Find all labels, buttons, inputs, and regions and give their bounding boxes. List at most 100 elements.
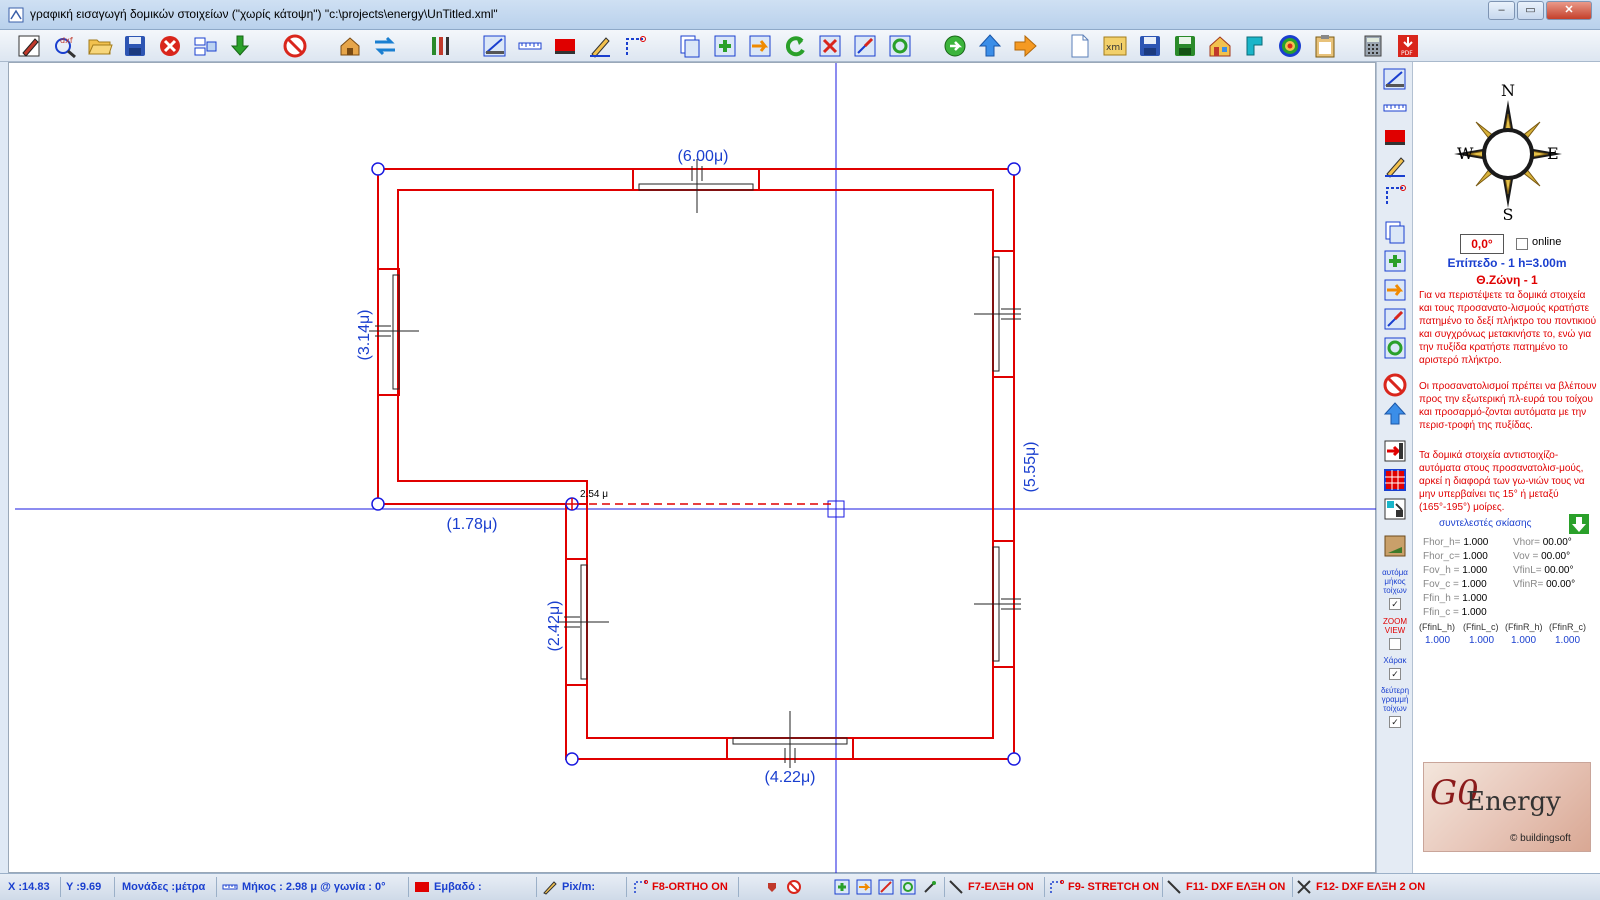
window-title: γραφική εισαγωγή δομικών στοιχείων ("χωρ… xyxy=(30,7,498,21)
stretch-icon[interactable] xyxy=(878,879,894,895)
window-bottom[interactable] xyxy=(726,711,854,768)
window-lower-left[interactable] xyxy=(557,558,609,686)
add-element-icon[interactable] xyxy=(1382,248,1408,274)
corner-handle[interactable] xyxy=(1007,752,1021,766)
f11-toggle[interactable]: F11- DXF ΕΛΞΗ ON xyxy=(1186,881,1285,893)
up-arrow-icon[interactable] xyxy=(977,33,1003,59)
calculator-icon[interactable] xyxy=(1360,33,1386,59)
ortho-icon[interactable] xyxy=(632,879,648,895)
maximize-button[interactable]: ▭ xyxy=(1517,1,1544,20)
corner-handle[interactable] xyxy=(371,162,385,176)
x-coordinate: X :14.83 xyxy=(8,881,50,893)
xml-icon[interactable]: xml xyxy=(1102,33,1128,59)
pdf-icon[interactable]: PDF xyxy=(1395,33,1421,59)
red-block-icon[interactable] xyxy=(1382,124,1408,150)
download-arrow-icon[interactable] xyxy=(227,33,253,59)
tools-icon[interactable] xyxy=(427,33,453,59)
factor-row: Fhor_h= 1.000 xyxy=(1423,537,1489,548)
forbidden-icon[interactable] xyxy=(786,879,802,895)
move-element-icon[interactable] xyxy=(1382,277,1408,303)
forbidden-icon[interactable] xyxy=(282,33,308,59)
f7-toggle[interactable]: F7-ΕΛΞΗ ON xyxy=(968,881,1034,893)
side-toolbar: αυτόμα μήκος τοίχων ✓ ZOOM VIEW Χάρακ ✓ … xyxy=(1376,62,1412,873)
pin-icon[interactable] xyxy=(764,879,780,895)
save-disk-icon[interactable] xyxy=(1137,33,1163,59)
close-button[interactable]: ✕ xyxy=(1546,1,1592,20)
cyan-tool-icon[interactable] xyxy=(1242,33,1268,59)
corner-dashed-icon[interactable] xyxy=(1382,182,1408,208)
goenergy-logo: G0 Energy © buildingsoft xyxy=(1423,762,1591,852)
outer-wall[interactable] xyxy=(377,168,1015,760)
compass-south-label: S xyxy=(1503,205,1514,222)
wall-draw-icon[interactable] xyxy=(482,33,508,59)
edit-pen-icon[interactable] xyxy=(587,33,613,59)
add-element-icon[interactable] xyxy=(834,879,850,895)
ruler-icon xyxy=(222,879,238,895)
inner-wall[interactable] xyxy=(397,189,994,739)
edit-pen-icon[interactable] xyxy=(1382,153,1408,179)
swap-arrows-icon[interactable] xyxy=(372,33,398,59)
auto-wall-length-checkbox[interactable]: ✓ xyxy=(1389,598,1401,610)
charak-checkbox[interactable]: ✓ xyxy=(1389,668,1401,680)
new-document-icon[interactable] xyxy=(1067,33,1093,59)
picker-icon[interactable] xyxy=(922,879,938,895)
house-tool-icon[interactable] xyxy=(337,33,363,59)
corner-handle[interactable] xyxy=(565,752,579,766)
floor-plan: (6.00μ) (3.14μ) (5.55μ) (1.78μ) (2.42μ) … xyxy=(15,63,1377,874)
ruler-icon[interactable] xyxy=(517,33,543,59)
move-element-icon[interactable] xyxy=(747,33,773,59)
move-element-icon[interactable] xyxy=(856,879,872,895)
minimize-button[interactable]: ‒ xyxy=(1488,1,1515,20)
layers-icon[interactable] xyxy=(192,33,218,59)
pencil-edit-icon[interactable] xyxy=(17,33,43,59)
f12-toggle[interactable]: F12- DXF ΕΛΞΗ 2 ON xyxy=(1316,881,1425,893)
window-left[interactable] xyxy=(369,268,419,396)
corner-handle[interactable] xyxy=(1007,162,1021,176)
fin-key: (FfinL_c) xyxy=(1463,622,1499,632)
save-green-icon[interactable] xyxy=(1172,33,1198,59)
open-folder-icon[interactable] xyxy=(87,33,113,59)
forbidden-icon[interactable] xyxy=(1382,372,1408,398)
window-right-lower[interactable] xyxy=(974,540,1021,668)
area-readout: Εμβαδό : xyxy=(434,881,482,893)
add-element-icon[interactable] xyxy=(712,33,738,59)
stretch-icon[interactable] xyxy=(852,33,878,59)
online-checkbox[interactable] xyxy=(1516,238,1528,250)
rotate-green-icon[interactable] xyxy=(782,33,808,59)
wall-draw-icon[interactable] xyxy=(1382,66,1408,92)
up-arrow-icon[interactable] xyxy=(1382,401,1408,427)
clipboard-icon[interactable] xyxy=(1312,33,1338,59)
delete-icon[interactable] xyxy=(157,33,183,59)
window-top[interactable] xyxy=(632,159,760,213)
ruler-icon[interactable] xyxy=(1382,95,1408,121)
shade-icon[interactable] xyxy=(1382,533,1408,559)
swap-windows-icon[interactable] xyxy=(1382,496,1408,522)
dxf-icon[interactable]: dxf xyxy=(52,33,78,59)
exit-door-icon[interactable] xyxy=(1382,438,1408,464)
refresh-icon[interactable] xyxy=(1382,335,1408,361)
right-arrow-icon[interactable] xyxy=(1012,33,1038,59)
corner-dashed-icon[interactable] xyxy=(622,33,648,59)
stretch-icon[interactable] xyxy=(1382,306,1408,332)
save-icon[interactable] xyxy=(122,33,148,59)
drawing-canvas[interactable]: (6.00μ) (3.14μ) (5.55μ) (1.78μ) (2.42μ) … xyxy=(8,62,1377,874)
refresh-icon[interactable] xyxy=(887,33,913,59)
target-icon[interactable] xyxy=(1277,33,1303,59)
delete-element-icon[interactable] xyxy=(817,33,843,59)
compass-icon[interactable]: N S W E xyxy=(1453,82,1563,222)
refresh-icon[interactable] xyxy=(900,879,916,895)
zoom-view-checkbox[interactable] xyxy=(1389,638,1401,650)
f9-toggle[interactable]: F9- STRETCH ON xyxy=(1068,881,1159,893)
red-block-icon[interactable] xyxy=(552,33,578,59)
house-color-icon[interactable] xyxy=(1207,33,1233,59)
angle-field[interactable]: 0,0° xyxy=(1460,234,1504,254)
table-grid-icon[interactable] xyxy=(1382,467,1408,493)
globe-arrow-icon[interactable] xyxy=(942,33,968,59)
window-right-upper[interactable] xyxy=(974,250,1021,378)
ortho-toggle[interactable]: F8-ORTHO ON xyxy=(652,881,728,893)
copy-page-icon[interactable] xyxy=(1382,219,1408,245)
shading-download-icon[interactable] xyxy=(1569,514,1589,534)
second-line-checkbox[interactable]: ✓ xyxy=(1389,716,1401,728)
copy-page-icon[interactable] xyxy=(677,33,703,59)
corner-handle[interactable] xyxy=(371,497,385,511)
